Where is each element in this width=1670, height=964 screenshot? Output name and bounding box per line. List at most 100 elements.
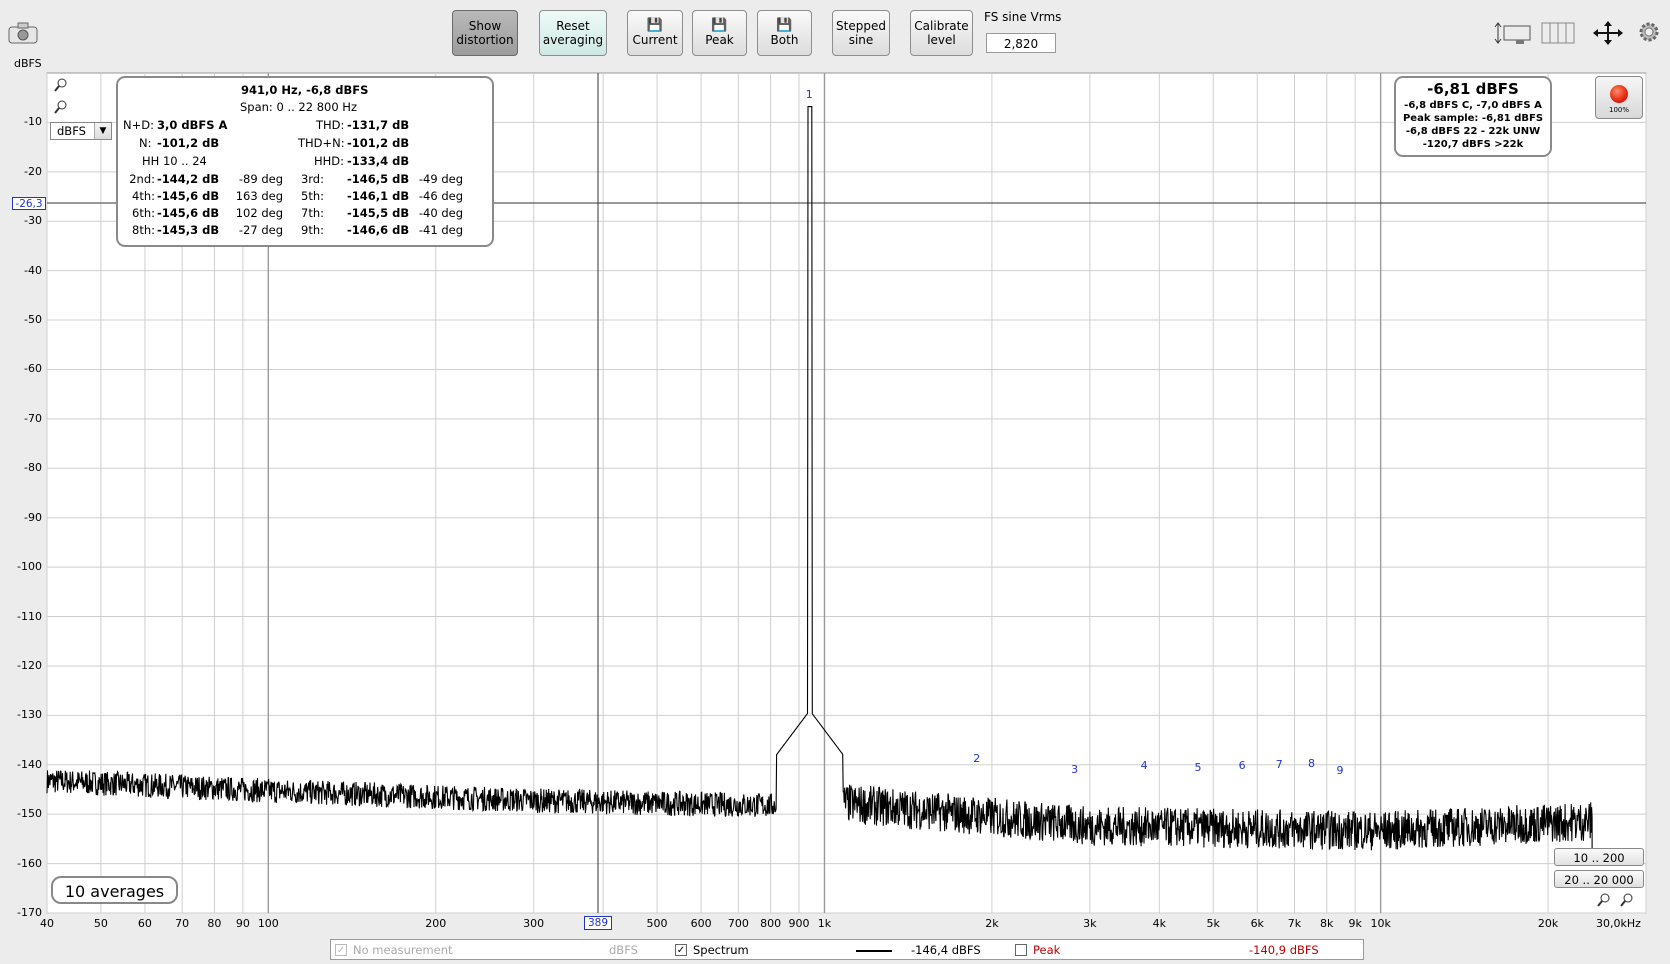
no-measurement-label: No measurement: [353, 943, 453, 957]
y-tick-label: -20: [24, 164, 42, 178]
x-tick-label: 200: [425, 917, 447, 930]
unit-select-value: dBFS: [57, 124, 86, 138]
harmonic-p1: 102 deg: [235, 206, 283, 220]
harmonic-l2: 9th:: [301, 223, 324, 237]
level-panel: -6,81 dBFS -6,8 dBFS C, -7,0 dBFS A Peak…: [1394, 76, 1552, 157]
harmonic-p1: -27 deg: [238, 223, 283, 237]
y-tick-label: -90: [24, 510, 42, 524]
peak-value: -140,9 dBFS: [1249, 943, 1319, 957]
x-tick-label: 300: [523, 917, 545, 930]
harmonic-v2: -146,5 dB: [347, 172, 410, 186]
harmonic-l1: 8th:: [132, 223, 155, 237]
zoom-in-icon[interactable]: [54, 78, 68, 95]
harmonic-marker: 6: [1238, 758, 1246, 772]
spectrum-checkbox[interactable]: ✓: [675, 944, 687, 956]
span-text: Span: 0 .. 22 800 Hz: [240, 100, 357, 114]
harmonic-p2: -49 deg: [418, 172, 463, 186]
nd-label: N+D:: [123, 118, 154, 132]
y-tick-label: -60: [24, 362, 42, 376]
distortion-panel: 941,0 Hz, -6,8 dBFS Span: 0 .. 22 800 Hz…: [116, 76, 494, 247]
zoom-in-icon[interactable]: [1620, 893, 1634, 910]
y-cursor-label[interactable]: -26,3: [12, 197, 46, 210]
thd-value: -131,7 dB: [347, 118, 410, 132]
harmonic-marker: 4: [1140, 758, 1148, 772]
x-tick-label: 2k: [985, 917, 999, 930]
harmonic-marker: 2: [973, 751, 981, 765]
range-10-200-button[interactable]: 10 .. 200: [1554, 848, 1644, 866]
spectrum-value: -146,4 dBFS: [911, 943, 981, 957]
no-measurement-checkbox[interactable]: ✓: [335, 944, 347, 956]
fundamental-header: 941,0 Hz, -6,8 dBFS: [241, 83, 369, 97]
harmonic-l2: 3rd:: [300, 172, 324, 186]
harmonic-l2: 7th:: [301, 206, 324, 220]
range-20-20000-button[interactable]: 20 .. 20 000: [1554, 870, 1644, 888]
x-tick-label: 30,0kHz: [1596, 917, 1641, 930]
y-tick-label: -40: [24, 263, 42, 277]
y-tick-label: -130: [17, 708, 42, 722]
x-tick-label: 10k: [1370, 917, 1391, 930]
x-tick-label: 5k: [1206, 917, 1220, 930]
record-icon: [1610, 85, 1628, 103]
harmonic-v1: -145,6 dB: [157, 189, 220, 203]
x-tick-label: 500: [646, 917, 668, 930]
harmonic-p2: -41 deg: [418, 223, 463, 237]
x-tick-label: 100: [257, 917, 279, 930]
harmonic-p2: -46 deg: [418, 189, 463, 203]
y-tick-label: -10: [24, 115, 42, 129]
y-tick-label: -80: [24, 461, 42, 475]
peak-label: Peak: [1033, 943, 1061, 957]
harmonic-v2: -146,6 dB: [347, 223, 410, 237]
x-tick-label: 40: [40, 917, 54, 930]
harmonic-marker: 8: [1308, 757, 1316, 771]
x-tick-label: 1k: [817, 917, 832, 930]
hhd-value: -133,4 dB: [347, 154, 410, 168]
averages-badge: 10 averages: [51, 876, 178, 904]
harmonic-marker: 5: [1194, 761, 1202, 775]
hh-range-label: HH 10 .. 24: [142, 154, 207, 168]
level-line4: -120,7 dBFS >22k: [1422, 139, 1524, 150]
record-percent: 100%: [1608, 106, 1629, 114]
level-line1: -6,8 dBFS C, -7,0 dBFS A: [1404, 100, 1542, 111]
x-tick-label: 3k: [1083, 917, 1097, 930]
harmonic-l2: 5th:: [301, 189, 324, 203]
harmonic-marker: 3: [1071, 763, 1079, 777]
peak-checkbox[interactable]: [1015, 944, 1027, 956]
harmonic-p1: 163 deg: [235, 189, 283, 203]
harmonic-v2: -146,1 dB: [347, 189, 410, 203]
x-cursor-label[interactable]: 389: [584, 916, 612, 930]
harmonic-v1: -144,2 dB: [157, 172, 220, 186]
n-value: -101,2 dB: [157, 136, 220, 150]
x-tick-label: 50: [93, 917, 108, 930]
chevron-down-icon: ▼: [94, 123, 111, 139]
thdn-value: -101,2 dB: [347, 136, 410, 150]
thd-label: THD:: [316, 118, 345, 132]
spectrum-line-swatch: [856, 950, 892, 952]
spectrum-label: Spectrum: [693, 943, 749, 957]
y-tick-label: -100: [17, 560, 42, 574]
harmonic-l1: 2nd:: [129, 172, 155, 186]
legend-bar: ✓ No measurement dBFS ✓ Spectrum -146,4 …: [330, 939, 1364, 960]
y-tick-label: -150: [17, 807, 42, 821]
harmonic-marker: 7: [1275, 758, 1283, 772]
thdn-label: THD+N:: [298, 136, 345, 150]
y-tick-label: -30: [24, 214, 42, 228]
harmonic-p1: -89 deg: [238, 172, 283, 186]
y-tick-label: -50: [24, 313, 42, 327]
x-tick-label: 20k: [1537, 917, 1559, 930]
record-button[interactable]: 100%: [1595, 76, 1643, 119]
harmonic-v1: -145,6 dB: [157, 206, 220, 220]
hhd-label: HHD:: [314, 154, 345, 168]
zoom-out-icon[interactable]: [54, 100, 68, 117]
harmonic-marker: 9: [1336, 763, 1344, 777]
harmonic-v1: -145,3 dB: [157, 223, 220, 237]
unit-select[interactable]: dBFS ▼: [50, 122, 112, 140]
no-measurement-unit: dBFS: [609, 943, 638, 957]
y-tick-label: -120: [17, 658, 42, 672]
y-tick-label: -140: [17, 757, 42, 771]
harmonic-l1: 6th:: [132, 206, 155, 220]
level-main: -6,81 dBFS: [1427, 80, 1519, 98]
zoom-out-icon[interactable]: [1597, 893, 1611, 910]
harmonic-v2: -145,5 dB: [347, 206, 410, 220]
level-line3: -6,8 dBFS 22 - 22k UNW: [1405, 126, 1541, 137]
y-tick-label: -70: [24, 411, 42, 425]
